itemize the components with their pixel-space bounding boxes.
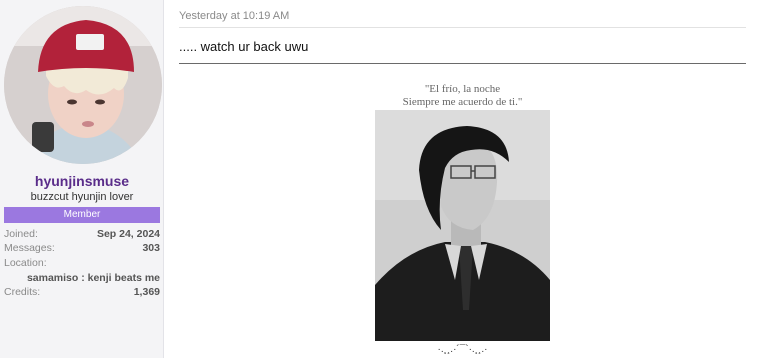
stat-credits-value: 1,369 [133,286,160,298]
stat-credits-label: Credits: [4,286,41,298]
stat-messages-label: Messages: [4,242,55,254]
stat-location-value[interactable]: samamiso : kenji beats me [4,271,160,285]
post-message: ..... watch ur back uwu [179,39,309,54]
avatar-image [4,6,162,164]
divider [179,27,746,28]
user-title: buzzcut hyunjin lover [30,191,134,203]
stat-location-label: Location: [4,257,47,269]
stat-joined: Joined: Sep 24, 2024 [4,227,160,241]
stat-messages-value[interactable]: 303 [142,241,160,255]
quote-line-1: "El frío, la noche [424,83,501,95]
stat-location: Location: [4,256,160,270]
stat-joined-value: Sep 24, 2024 [96,228,160,240]
stat-joined-label: Joined: [4,228,38,240]
post-timestamp[interactable]: Yesterday at 10:19 AM [179,10,289,22]
divider [179,63,746,64]
user-panel: hyunjinsmuse buzzcut hyunjin lover Membe… [0,0,164,358]
avatar[interactable] [4,6,162,164]
footer-decoration: ·.¸¸.·´¯`·.¸¸.· [437,344,488,355]
post-image[interactable] [375,110,550,341]
portrait-image [375,110,550,341]
stat-messages: Messages: 303 [4,241,160,255]
username-link[interactable]: hyunjinsmuse [0,173,164,189]
quote-line-2: Siempre me acuerdo de ti." [402,96,523,108]
stat-credits: Credits: 1,369 [4,285,160,299]
member-badge: Member [4,207,160,223]
